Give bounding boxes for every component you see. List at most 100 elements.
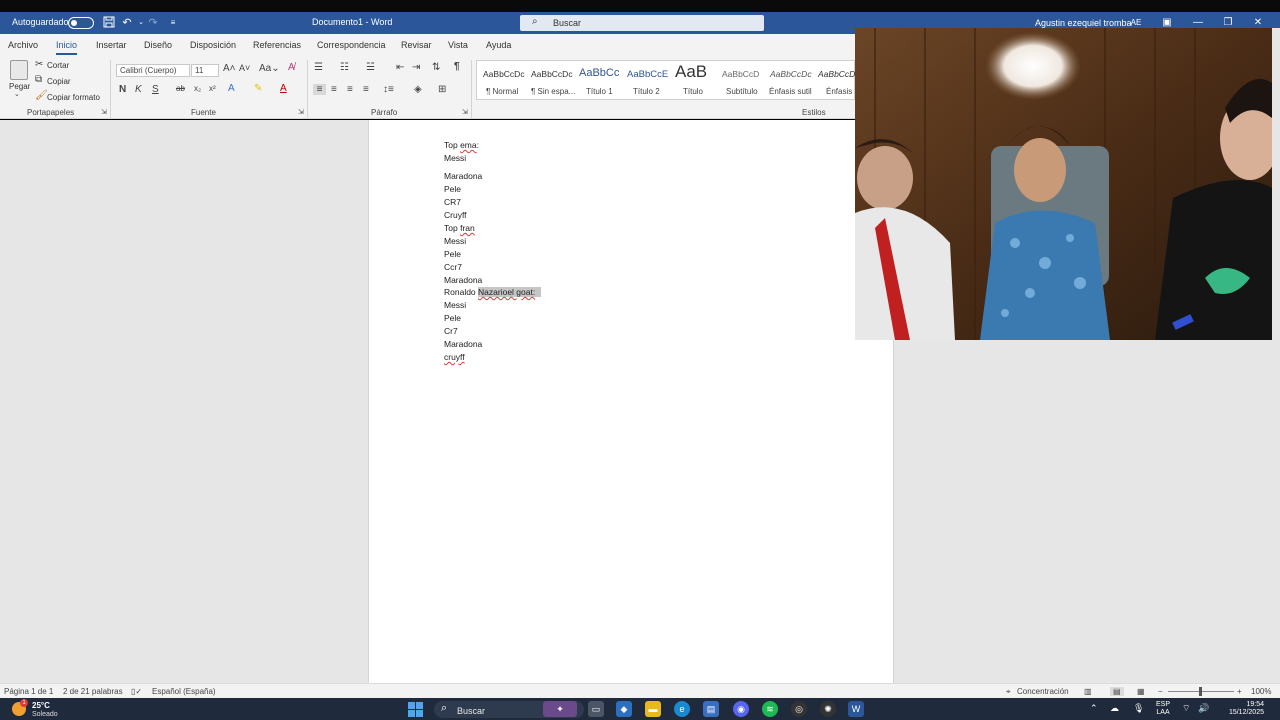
page-count[interactable]: Página 1 de 1 (4, 687, 53, 696)
print-layout-icon[interactable]: ▤ (1110, 687, 1124, 696)
font-name-combo[interactable]: Calibri (Cuerpo) (116, 64, 190, 77)
customize-toolbar-icon[interactable]: ≡ (166, 16, 180, 30)
style-emphasis-sample[interactable]: AaBbCcDc (818, 69, 860, 79)
doc-line[interactable]: Pele (444, 184, 461, 194)
weather-condition[interactable]: Soleado (32, 711, 58, 718)
shading-icon[interactable]: ◈ (414, 84, 422, 95)
style-subtle-emphasis[interactable]: Énfasis sutil (769, 87, 812, 96)
tab-disposicion[interactable]: Disposición (190, 40, 236, 50)
borders-icon[interactable]: ⊞ (438, 84, 446, 95)
subscript-icon[interactable]: x₂ (194, 84, 201, 93)
word-count[interactable]: 2 de 21 palabras (63, 687, 123, 696)
vertical-scrollbar[interactable] (1272, 28, 1280, 340)
doc-line[interactable]: Cruyff (444, 210, 467, 220)
italic-button[interactable]: K (135, 84, 142, 95)
discord-icon[interactable]: ◉ (733, 701, 749, 717)
chatgpt-icon[interactable]: ✺ (820, 701, 836, 717)
doc-line[interactable]: Cr7 (444, 326, 458, 336)
justify-icon[interactable]: ≡ (363, 84, 369, 95)
app-icon[interactable]: ◎ (791, 701, 807, 717)
strikethrough-icon[interactable]: ab (176, 84, 185, 93)
tab-insertar[interactable]: Insertar (96, 40, 127, 50)
proofing-icon[interactable]: ▯✓ (131, 687, 142, 696)
style-heading2-sample[interactable]: AaBbCcE (627, 69, 668, 80)
zoom-level[interactable]: 100% (1251, 687, 1271, 696)
search-highlight-icon[interactable]: ✦ (543, 701, 577, 717)
grow-font-icon[interactable]: A˄ (223, 63, 236, 74)
doc-line[interactable]: Ccr7 (444, 262, 462, 272)
read-mode-icon[interactable]: ▥ (1084, 687, 1092, 696)
tray-overflow-icon[interactable]: ⌃ (1090, 703, 1098, 714)
shrink-font-icon[interactable]: A˅ (239, 63, 250, 73)
font-launcher-icon[interactable]: ⇲ (298, 108, 304, 116)
tab-inicio[interactable]: Inicio (56, 40, 78, 55)
clipboard-launcher-icon[interactable]: ⇲ (101, 108, 107, 116)
line-spacing-icon[interactable]: ↕≡ (383, 84, 394, 95)
underline-button[interactable]: S (152, 84, 159, 95)
style-no-spacing[interactable]: ¶ Sin espa... (531, 87, 575, 96)
autosave-toggle[interactable] (68, 17, 94, 29)
word-taskbar-icon[interactable]: W (848, 701, 864, 717)
bullets-icon[interactable]: ☰ (314, 62, 323, 73)
doc-line[interactable]: CR7 (444, 197, 461, 207)
volume-icon[interactable]: 🔊 (1198, 703, 1209, 714)
font-size-combo[interactable]: 11 (191, 64, 219, 77)
highlight-icon[interactable]: ✎ (254, 83, 262, 94)
style-title-sample[interactable]: AaB (675, 62, 707, 82)
doc-line[interactable]: Top ema: (444, 140, 479, 150)
text-effects-icon[interactable]: A (228, 83, 235, 94)
windows-start-icon[interactable] (408, 702, 423, 717)
system-clock[interactable]: 19:54 15/12/2025 (1216, 701, 1264, 717)
title-search-box[interactable]: ⌕ Buscar (520, 15, 764, 31)
style-subtle-emphasis-sample[interactable]: AaBbCcDc (770, 69, 812, 79)
paste-icon[interactable] (10, 60, 28, 80)
multilevel-list-icon[interactable]: ☱ (366, 62, 375, 73)
tab-revisar[interactable]: Revisar (401, 40, 432, 50)
tab-diseno[interactable]: Diseño (144, 40, 172, 50)
doc-line[interactable]: Messi (444, 153, 466, 163)
web-layout-icon[interactable]: ▦ (1137, 687, 1145, 696)
style-subtitle-sample[interactable]: AaBbCcD (722, 69, 759, 79)
style-normal-sample[interactable]: AaBbCcDc (483, 69, 525, 79)
style-heading2[interactable]: Título 2 (633, 87, 660, 96)
doc-line[interactable]: Messi (444, 300, 466, 310)
align-right-icon[interactable]: ≡ (347, 84, 353, 95)
user-name[interactable]: Agustin ezequiel tromba (1035, 18, 1132, 28)
style-normal[interactable]: ¶ Normal (486, 87, 518, 96)
decrease-indent-icon[interactable]: ⇤ (396, 62, 404, 73)
tab-correspondencia[interactable]: Correspondencia (317, 40, 386, 50)
language-switcher[interactable]: ESP LAA (1156, 701, 1170, 717)
style-heading1[interactable]: Título 1 (586, 87, 613, 96)
zoom-slider-thumb[interactable] (1199, 687, 1202, 696)
bold-button[interactable]: N (119, 84, 126, 95)
format-painter-button[interactable]: Copiar formato (47, 93, 100, 102)
language-indicator[interactable]: Español (España) (152, 687, 216, 696)
paragraph-launcher-icon[interactable]: ⇲ (462, 108, 468, 116)
show-marks-icon[interactable]: ¶ (454, 61, 460, 72)
tab-vista[interactable]: Vista (448, 40, 468, 50)
increase-indent-icon[interactable]: ⇥ (412, 62, 420, 73)
spotify-icon[interactable]: ≋ (762, 701, 778, 717)
edge-icon[interactable]: e (674, 701, 690, 717)
doc-line[interactable]: Pele (444, 313, 461, 323)
paste-dropdown-icon[interactable]: ⌄ (14, 90, 20, 98)
copy-button[interactable]: Copiar (47, 77, 71, 86)
doc-line[interactable]: Ronaldo Nazarioel goat: (444, 287, 542, 297)
style-title[interactable]: Título (683, 87, 703, 96)
tab-archivo[interactable]: Archivo (8, 40, 38, 50)
tab-referencias[interactable]: Referencias (253, 40, 301, 50)
align-left-icon[interactable]: ≡ (313, 84, 326, 95)
task-view-icon[interactable]: ▭ (588, 701, 604, 717)
change-case-icon[interactable]: Aa⌄ (259, 63, 280, 74)
doc-line[interactable]: Top fran (444, 223, 475, 233)
doc-line[interactable]: Pele (444, 249, 461, 259)
tab-ayuda[interactable]: Ayuda (486, 40, 511, 50)
style-no-spacing-sample[interactable]: AaBbCcDc (531, 69, 573, 79)
file-explorer-icon[interactable]: ▬ (645, 701, 661, 717)
doc-line[interactable]: Maradona (444, 171, 482, 181)
weather-temperature[interactable]: 25°C (32, 701, 50, 710)
doc-line[interactable]: Maradona (444, 339, 482, 349)
onedrive-icon[interactable]: ☁ (1110, 703, 1119, 714)
font-color-icon[interactable]: A (280, 83, 287, 94)
doc-line[interactable]: cruyff (444, 352, 465, 362)
